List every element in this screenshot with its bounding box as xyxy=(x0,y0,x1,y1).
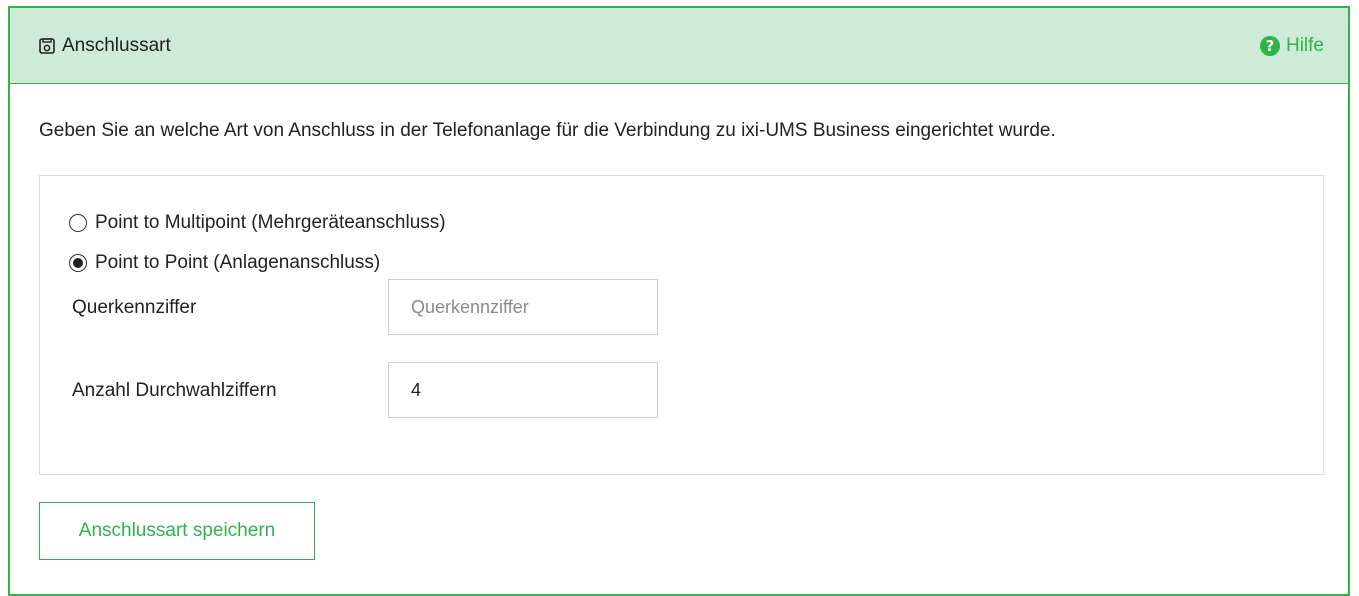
panel-header: Anschlussart ? Hilfe xyxy=(10,8,1348,84)
phone-plug-icon xyxy=(39,37,55,54)
durchwahlziffern-input[interactable] xyxy=(388,362,658,418)
panel-description: Geben Sie an welche Art von Anschluss in… xyxy=(39,120,1056,141)
radio-selected-dot xyxy=(73,258,83,268)
help-label: Hilfe xyxy=(1285,34,1324,56)
panel-title-group: Anschlussart xyxy=(38,35,171,57)
radio-point-to-point[interactable]: Point to Point (Anlagenanschluss) xyxy=(69,252,380,274)
durchwahlziffern-label: Anzahl Durchwahlziffern xyxy=(72,380,277,401)
save-connection-type-button[interactable]: Anschlussart speichern xyxy=(39,502,315,560)
panel-title: Anschlussart xyxy=(62,34,171,56)
querkennziffer-label: Querkennziffer xyxy=(72,297,197,318)
radio-point-to-multipoint[interactable]: Point to Multipoint (Mehrgeräteanschluss… xyxy=(69,212,446,234)
radio-label: Point to Multipoint (Mehrgeräteanschluss… xyxy=(95,212,446,233)
radio-label: Point to Point (Anlagenanschluss) xyxy=(95,252,381,273)
radio-button-checked[interactable] xyxy=(69,254,87,272)
options-box: Point to Multipoint (Mehrgeräteanschluss… xyxy=(39,175,1324,475)
radio-button-unchecked[interactable] xyxy=(69,214,87,232)
question-circle-icon: ? xyxy=(1259,35,1280,56)
connection-type-panel: Anschlussart ? Hilfe Geben Sie an welche… xyxy=(8,6,1350,596)
querkennziffer-input[interactable] xyxy=(388,279,658,335)
help-link[interactable]: ? Hilfe xyxy=(1259,34,1324,57)
